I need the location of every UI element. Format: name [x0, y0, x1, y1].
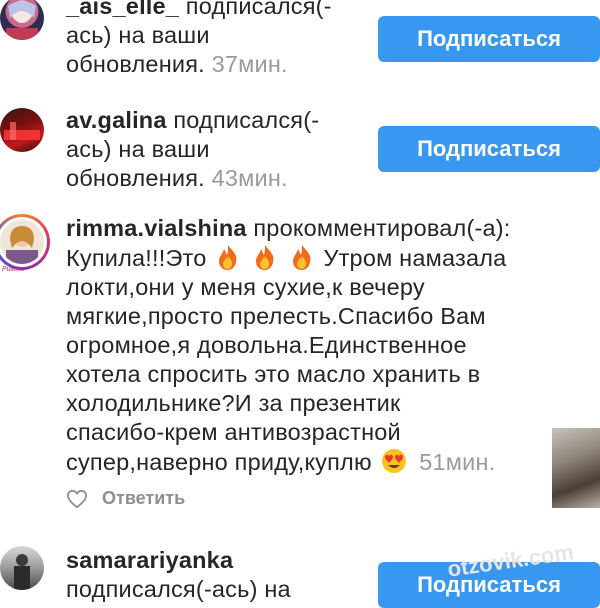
avatar[interactable]	[0, 0, 44, 40]
fire-emoji	[288, 243, 316, 271]
timestamp: 37мин.	[211, 51, 288, 77]
avatar[interactable]	[0, 108, 44, 152]
comment-line: спасибо-крем антивозрастной	[66, 419, 401, 445]
comment-line: хотела спросить это масло хранить в	[66, 361, 481, 387]
comment-line: супер,наверно приду,куплю	[66, 449, 372, 475]
avatar-image	[14, 554, 30, 590]
reply-row: Ответить	[66, 488, 185, 509]
timestamp: 43мин.	[211, 165, 288, 191]
reply-button[interactable]: Ответить	[102, 488, 185, 509]
comment-line: огромное,я довольна.Единственное	[66, 332, 467, 358]
avatar[interactable]: Римма	[0, 214, 50, 273]
post-thumbnail[interactable]	[552, 428, 600, 508]
heart-icon[interactable]	[66, 489, 88, 509]
comment-line: Купила!!!Это	[66, 245, 207, 271]
notification-line: ась) на ваши	[66, 22, 210, 48]
comment-line: холодильнике?И за презентик	[66, 390, 401, 416]
comment-line: Утром намазала	[323, 245, 507, 271]
avatar-caption: Римма	[2, 266, 25, 273]
username-link[interactable]: rimma.vialshina	[66, 215, 247, 241]
notification-line: подписался(-ась) на	[66, 576, 291, 602]
username-link[interactable]: _ais_elle_	[66, 0, 179, 19]
avatar-image	[6, 1, 38, 40]
follow-button[interactable]: Подписаться	[378, 126, 600, 172]
notification-line: обновления.	[66, 165, 212, 191]
avatar[interactable]	[0, 546, 44, 590]
username-link[interactable]: av.galina	[66, 107, 167, 133]
notification-text: _ais_elle_ подписался(- ась) на ваши обн…	[66, 0, 332, 79]
notification-line: ась) на ваши	[66, 136, 210, 162]
notification-line: подписался(-	[166, 107, 320, 133]
notification-line: подписался(-	[179, 0, 332, 19]
username-link[interactable]: samarariyanka	[66, 547, 233, 573]
avatar-image	[0, 220, 44, 264]
comment-line: локти,они у меня сухие,к вечеру	[66, 274, 425, 300]
notification-text: av.galina подписался(- ась) на ваши обно…	[66, 106, 319, 193]
timestamp: 51мин.	[419, 449, 496, 475]
follow-button[interactable]: Подписаться	[378, 16, 600, 62]
heart-eyes-emoji	[380, 447, 408, 475]
avatar-image	[4, 122, 40, 140]
notification-text: rimma.vialshina прокомментировал(-а): Ку…	[66, 214, 511, 477]
fire-emoji	[251, 243, 279, 271]
notification-line: обновления.	[66, 51, 212, 77]
fire-emoji	[214, 243, 242, 271]
comment-line: мягкие,просто прелесть.Спасибо Вам	[66, 303, 486, 329]
comment-action: прокомментировал(-а):	[246, 215, 511, 241]
notification-text: samarariyanka подписался(-ась) на	[66, 546, 291, 604]
